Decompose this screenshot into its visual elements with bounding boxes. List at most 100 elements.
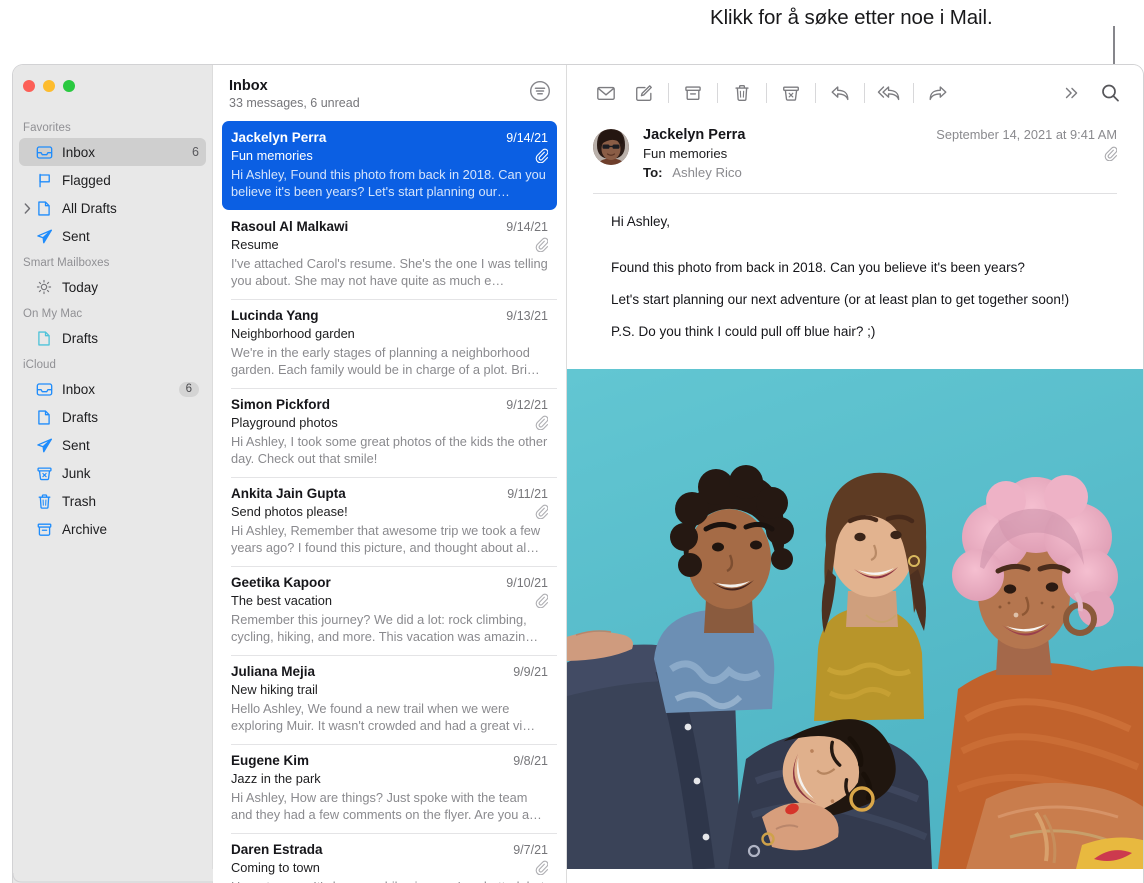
message-date: 9/12/21 [506, 398, 548, 412]
message-list-row[interactable]: Eugene Kim 9/8/21 Jazz in the park Hi As… [222, 744, 557, 833]
sidebar: FavoritesInbox6Flagged All DraftsSentSma… [13, 65, 213, 883]
sidebar-list: FavoritesInbox6Flagged All DraftsSentSma… [13, 65, 212, 543]
message-date: 9/13/21 [506, 309, 548, 323]
message-list-row[interactable]: Simon Pickford 9/12/21 Playground photos… [222, 388, 557, 477]
sidebar-item-label: Drafts [62, 331, 206, 346]
more-chevrons-icon[interactable] [1053, 78, 1091, 108]
sidebar-item-label: Sent [62, 229, 206, 244]
sidebar-item-archive[interactable]: Archive [19, 515, 206, 543]
chevron-right-icon[interactable] [22, 203, 32, 213]
junk-icon [35, 464, 53, 482]
message-list-row[interactable]: Daren Estrada 9/7/21 Coming to town Hey,… [222, 833, 557, 883]
message-list-row[interactable]: Rasoul Al Malkawi 9/14/21 Resume I've at… [222, 210, 557, 299]
sidebar-item-label: Inbox [62, 382, 179, 397]
message-list-row[interactable]: Juliana Mejia 9/9/21 New hiking trail He… [222, 655, 557, 744]
message-header-body: Jackelyn Perra September 14, 2021 at 9:4… [643, 127, 1117, 180]
message-sender: Lucinda Yang [231, 308, 498, 323]
mailbox-subtitle: 33 messages, 6 unread [229, 96, 550, 110]
message-list-row[interactable]: Geetika Kapoor 9/10/21 The best vacation… [222, 566, 557, 655]
message-list-row[interactable]: Ankita Jain Gupta 9/11/21 Send photos pl… [222, 477, 557, 566]
message-sender: Ankita Jain Gupta [231, 486, 499, 501]
sidebar-section-header: iCloud [13, 352, 212, 375]
body-paragraph: Found this photo from back in 2018. Can … [611, 258, 1099, 277]
sort-filter-icon[interactable] [528, 79, 552, 103]
mail-window: FavoritesInbox6Flagged All DraftsSentSma… [12, 64, 1144, 883]
toolbar-divider [668, 83, 669, 103]
detail-sender: Jackelyn Perra [643, 127, 936, 143]
toolbar-divider [864, 83, 865, 103]
message-preview: We're in the early stages of planning a … [231, 344, 548, 378]
callout-label: Klikk for å søke etter noe i Mail. [710, 6, 993, 30]
sidebar-item-label: All Drafts [62, 201, 206, 216]
message-list-row[interactable]: Jackelyn Perra 9/14/21 Fun memories Hi A… [222, 121, 557, 210]
close-button[interactable] [23, 80, 35, 92]
message-preview: Hi Ashley, How are things? Just spoke wi… [231, 789, 548, 823]
trash-icon[interactable] [723, 78, 761, 108]
message-list-pane[interactable]: Inbox 33 messages, 6 unread Jackelyn Per… [213, 65, 567, 883]
message-list-row[interactable]: Lucinda Yang 9/13/21 Neighborhood garden… [222, 299, 557, 388]
mailbox-title: Inbox [229, 78, 550, 94]
sidebar-bottom-corner [13, 869, 213, 883]
junk-icon[interactable] [772, 78, 810, 108]
message-subject: Fun memories [231, 148, 529, 163]
archive-icon [35, 520, 53, 538]
sidebar-item-flagged[interactable]: Flagged [19, 166, 206, 194]
message-sender: Jackelyn Perra [231, 130, 498, 145]
message-date: 9/10/21 [506, 576, 548, 590]
message-subject: Resume [231, 237, 529, 252]
inbox-icon [35, 143, 53, 161]
message-body: Hi Ashley, Found this photo from back in… [567, 194, 1143, 341]
message-subject: Send photos please! [231, 504, 529, 519]
sent-icon [35, 436, 53, 454]
inline-photo-attachment[interactable] [567, 369, 1143, 869]
compose-icon[interactable] [625, 78, 663, 108]
mark-unread-icon[interactable] [587, 78, 625, 108]
reply-all-icon[interactable] [870, 78, 908, 108]
sidebar-item-drafts[interactable]: Drafts [19, 324, 206, 352]
detail-subject: Fun memories [643, 146, 1098, 161]
sidebar-item-drafts[interactable]: Drafts [19, 403, 206, 431]
toolbar-divider [815, 83, 816, 103]
attachment-clip-icon [1104, 146, 1117, 161]
sent-icon [35, 227, 53, 245]
forward-icon[interactable] [919, 78, 957, 108]
message-date: 9/14/21 [506, 131, 548, 145]
minimize-button[interactable] [43, 80, 55, 92]
toolbar-divider [766, 83, 767, 103]
search-icon[interactable] [1091, 78, 1129, 108]
sidebar-item-sent[interactable]: Sent [19, 431, 206, 459]
message-rows: Jackelyn Perra 9/14/21 Fun memories Hi A… [213, 121, 566, 883]
toolbar-divider [717, 83, 718, 103]
inbox-icon [35, 380, 53, 398]
message-sender: Juliana Mejia [231, 664, 505, 679]
zoom-button[interactable] [63, 80, 75, 92]
sidebar-item-junk[interactable]: Junk [19, 459, 206, 487]
archive-icon[interactable] [674, 78, 712, 108]
message-sender: Eugene Kim [231, 753, 505, 768]
sidebar-item-inbox[interactable]: Inbox6 [19, 138, 206, 166]
unread-count: 6 [179, 382, 199, 397]
message-date: 9/7/21 [513, 843, 548, 857]
sidebar-item-trash[interactable]: Trash [19, 487, 206, 515]
message-preview: Hey, stranger. It's been a while since w… [231, 878, 548, 883]
detail-date: September 14, 2021 at 9:41 AM [936, 127, 1117, 142]
sidebar-item-inbox[interactable]: Inbox6 [19, 375, 206, 403]
attachment-clip-icon [535, 860, 548, 875]
draft-icon [35, 199, 53, 217]
detail-toolbar [567, 65, 1143, 121]
sidebar-item-sent[interactable]: Sent [19, 222, 206, 250]
body-paragraph: Hi Ashley, [611, 212, 1099, 231]
attachment-clip-icon [535, 504, 548, 519]
message-subject: The best vacation [231, 593, 529, 608]
attachment-clip-icon [535, 237, 548, 252]
sidebar-item-today[interactable]: Today [19, 273, 206, 301]
message-date: 9/9/21 [513, 665, 548, 679]
message-detail-pane: Jackelyn Perra September 14, 2021 at 9:4… [567, 65, 1143, 883]
sidebar-item-label: Flagged [62, 173, 206, 188]
gear-icon [35, 278, 53, 296]
flag-icon [35, 171, 53, 189]
reply-icon[interactable] [821, 78, 859, 108]
sidebar-item-all-drafts[interactable]: All Drafts [19, 194, 206, 222]
message-preview: Hi Ashley, Found this photo from back in… [231, 166, 548, 200]
attachment-clip-icon [535, 148, 548, 163]
